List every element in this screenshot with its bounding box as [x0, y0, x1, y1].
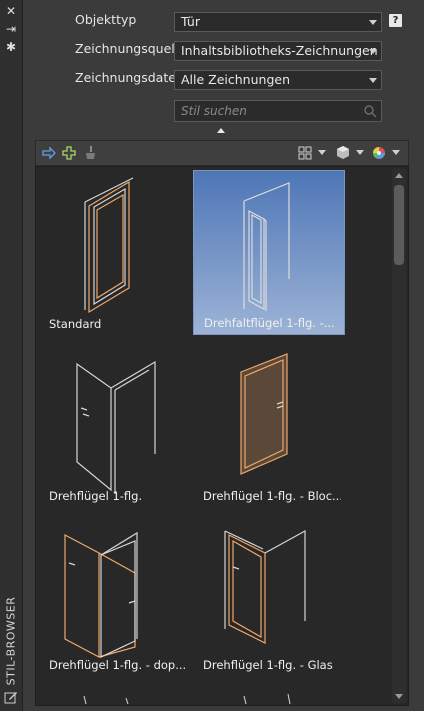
- partial-row-thumbnails: [83, 693, 291, 705]
- chevron-down-icon[interactable]: [356, 150, 364, 166]
- drawing-source-label: Zeichnungsquelle: [75, 41, 186, 56]
- style-name: Drehflügel 1-flg. - Bloc...: [203, 489, 341, 503]
- object-type-label: Objekttyp: [75, 12, 137, 27]
- style-thumbnail-grid: Standard Drehfaltflügel 1-flg. -... Dreh…: [35, 166, 409, 706]
- style-name: Drehfaltflügel 1-flg. -...: [204, 316, 335, 330]
- chevron-down-icon: [369, 78, 377, 83]
- close-icon[interactable]: ✕: [3, 4, 19, 18]
- scroll-up-icon[interactable]: [395, 173, 403, 178]
- drawing-source-value: Inhaltsbibliotheks-Zeichnungen: [181, 43, 378, 58]
- object-type-value: Tür: [181, 14, 200, 29]
- door-thumbnail: [240, 353, 288, 475]
- style-name: Drehflügel 1-flg.: [49, 489, 143, 503]
- palette-title: STIL-BROWSER: [4, 596, 18, 686]
- view-mode-icon[interactable]: [298, 145, 312, 161]
- drawing-file-label: Zeichnungsdatei: [75, 70, 180, 85]
- object-type-combo[interactable]: Tür: [174, 12, 382, 32]
- folding-door-thumbnail: [243, 182, 290, 311]
- style-browser-palette: ✕ ⇥ ✱ STIL-BROWSER Objekttyp Tür ? Zeich…: [0, 0, 424, 711]
- add-style-icon[interactable]: [62, 145, 76, 161]
- style-tile-glass-door[interactable]: Drehflügel 1-flg. - Glas: [193, 511, 345, 676]
- style-tile-double-door[interactable]: Drehflügel 1-flg. - dop...: [39, 511, 191, 676]
- style-name: Standard: [49, 317, 102, 331]
- style-search-input[interactable]: Stil suchen: [174, 100, 382, 122]
- vertical-scrollbar[interactable]: [392, 169, 406, 703]
- autohide-icon[interactable]: ⇥: [3, 22, 19, 36]
- help-icon[interactable]: ?: [389, 14, 402, 27]
- style-name: Drehflügel 1-flg. - Glas: [203, 658, 333, 672]
- drawing-file-value: Alle Zeichnungen: [181, 72, 290, 87]
- search-placeholder: Stil suchen: [181, 104, 247, 118]
- palette-titlebar[interactable]: ✕ ⇥ ✱ STIL-BROWSER: [0, 0, 23, 711]
- chevron-down-icon: [369, 49, 377, 54]
- style-tile-swing-door[interactable]: Drehflügel 1-flg.: [39, 342, 191, 507]
- chevron-down-icon: [369, 20, 377, 25]
- drawing-file-combo[interactable]: Alle Zeichnungen: [174, 70, 382, 90]
- style-tile-standard[interactable]: Standard: [39, 170, 191, 335]
- double-door-thumbnail: [64, 531, 138, 658]
- chevron-down-icon[interactable]: [318, 150, 326, 166]
- scroll-down-icon[interactable]: [395, 694, 403, 699]
- purge-brush-icon[interactable]: [82, 145, 96, 161]
- style-name: Drehflügel 1-flg. - dop...: [49, 658, 187, 672]
- color-wheel-icon[interactable]: [372, 145, 386, 161]
- door-thumbnail: [76, 360, 156, 494]
- search-icon[interactable]: [363, 104, 377, 118]
- door-thumbnail: [84, 177, 134, 314]
- edit-icon[interactable]: [4, 690, 18, 704]
- apply-arrow-icon[interactable]: [42, 145, 56, 161]
- collapse-filters-icon[interactable]: [217, 128, 225, 133]
- chevron-down-icon[interactable]: [392, 150, 400, 166]
- settings-icon[interactable]: ✱: [3, 40, 19, 54]
- style-tile-swing-door-block[interactable]: Drehflügel 1-flg. - Bloc...: [193, 342, 345, 507]
- glass-door-thumbnail: [224, 529, 306, 644]
- drawing-source-combo[interactable]: Inhaltsbibliotheks-Zeichnungen: [174, 41, 382, 61]
- scroll-thumb[interactable]: [394, 185, 404, 265]
- visual-style-icon[interactable]: [336, 145, 350, 161]
- style-tile-folding-door[interactable]: Drehfaltflügel 1-flg. -...: [193, 170, 345, 335]
- browser-toolbar: [35, 140, 409, 166]
